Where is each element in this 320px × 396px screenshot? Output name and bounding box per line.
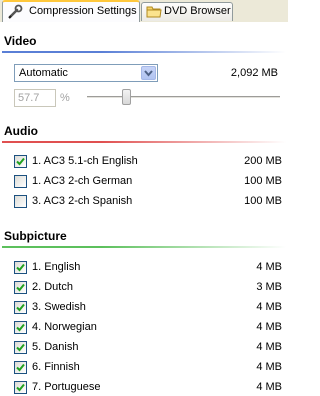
tab-label: DVD Browser [164, 5, 231, 17]
audio-divider [2, 141, 286, 143]
audio-track-row[interactable]: 3. AC3 2-ch Spanish 100 MB [14, 194, 282, 210]
checkbox[interactable] [14, 195, 27, 208]
quality-slider-track[interactable] [87, 96, 280, 99]
checkbox[interactable] [14, 361, 27, 374]
quality-slider-thumb[interactable] [122, 89, 131, 105]
audio-track-label: 1. AC3 5.1-ch English [32, 155, 138, 167]
tab-dvd-browser[interactable]: DVD Browser [141, 2, 233, 21]
video-divider [2, 51, 286, 53]
audio-track-label: 3. AC3 2-ch Spanish [32, 195, 133, 207]
video-heading: Video [4, 34, 37, 48]
subpicture-track-label: 3. Swedish [32, 301, 86, 313]
checkmark-icon [16, 343, 25, 352]
subpicture-track-label: 6. Finnish [32, 361, 80, 373]
subpicture-track-row[interactable]: 6. Finnish 4 MB [14, 360, 282, 376]
subpicture-track-row[interactable]: 2. Dutch 3 MB [14, 280, 282, 296]
folder-icon [146, 4, 162, 19]
audio-track-label: 1. AC3 2-ch German [32, 175, 133, 187]
subpicture-divider [2, 246, 286, 248]
subpicture-track-size: 4 MB [256, 301, 282, 313]
checkmark-icon [16, 157, 25, 166]
checkbox[interactable] [14, 381, 27, 394]
quality-value: 57.7 [18, 92, 40, 104]
audio-track-row[interactable]: 1. AC3 5.1-ch English 200 MB [14, 154, 282, 170]
video-size: 2,092 MB [230, 67, 278, 79]
checkmark-icon [16, 323, 25, 332]
subpicture-track-size: 4 MB [256, 321, 282, 333]
tab-bar: Compression Settings DVD Browser [0, 0, 288, 22]
video-mode-select[interactable]: Automatic [14, 64, 158, 82]
checkmark-icon [16, 303, 25, 312]
subpicture-track-label: 5. Danish [32, 341, 79, 353]
checkmark-icon [16, 383, 25, 392]
checkbox[interactable] [14, 155, 27, 168]
checkbox[interactable] [14, 261, 27, 274]
subpicture-track-label: 1. English [32, 261, 81, 273]
subpicture-heading: Subpicture [4, 229, 67, 243]
chevron-down-icon[interactable] [141, 66, 156, 80]
audio-heading: Audio [4, 124, 38, 138]
subpicture-track-row[interactable]: 5. Danish 4 MB [14, 340, 282, 356]
subpicture-track-label: 4. Norwegian [32, 321, 97, 333]
quality-input[interactable]: 57.7 [14, 89, 56, 107]
subpicture-track-row[interactable]: 7. Portuguese 4 MB [14, 380, 282, 396]
checkmark-icon [16, 263, 25, 272]
checkbox[interactable] [14, 321, 27, 334]
subpicture-track-size: 4 MB [256, 261, 282, 273]
subpicture-track-size: 3 MB [256, 281, 282, 293]
subpicture-track-label: 2. Dutch [32, 281, 73, 293]
tab-compression-settings[interactable]: Compression Settings [2, 0, 140, 22]
subpicture-track-row[interactable]: 1. English 4 MB [14, 260, 282, 276]
audio-track-row[interactable]: 1. AC3 2-ch German 100 MB [14, 174, 282, 190]
subpicture-track-size: 4 MB [256, 381, 282, 393]
subpicture-track-row[interactable]: 4. Norwegian 4 MB [14, 320, 282, 336]
wrench-icon [7, 4, 23, 19]
checkbox[interactable] [14, 281, 27, 294]
checkmark-icon [16, 283, 25, 292]
checkbox[interactable] [14, 341, 27, 354]
audio-track-size: 100 MB [244, 195, 282, 207]
audio-track-size: 200 MB [244, 155, 282, 167]
subpicture-track-row[interactable]: 3. Swedish 4 MB [14, 300, 282, 316]
quality-unit: % [60, 92, 70, 104]
subpicture-track-size: 4 MB [256, 361, 282, 373]
checkmark-icon [16, 363, 25, 372]
video-mode-value: Automatic [19, 67, 68, 79]
checkbox[interactable] [14, 301, 27, 314]
tab-label: Compression Settings [29, 5, 137, 17]
checkbox[interactable] [14, 175, 27, 188]
subpicture-track-size: 4 MB [256, 341, 282, 353]
audio-track-size: 100 MB [244, 175, 282, 187]
subpicture-track-label: 7. Portuguese [32, 381, 101, 393]
